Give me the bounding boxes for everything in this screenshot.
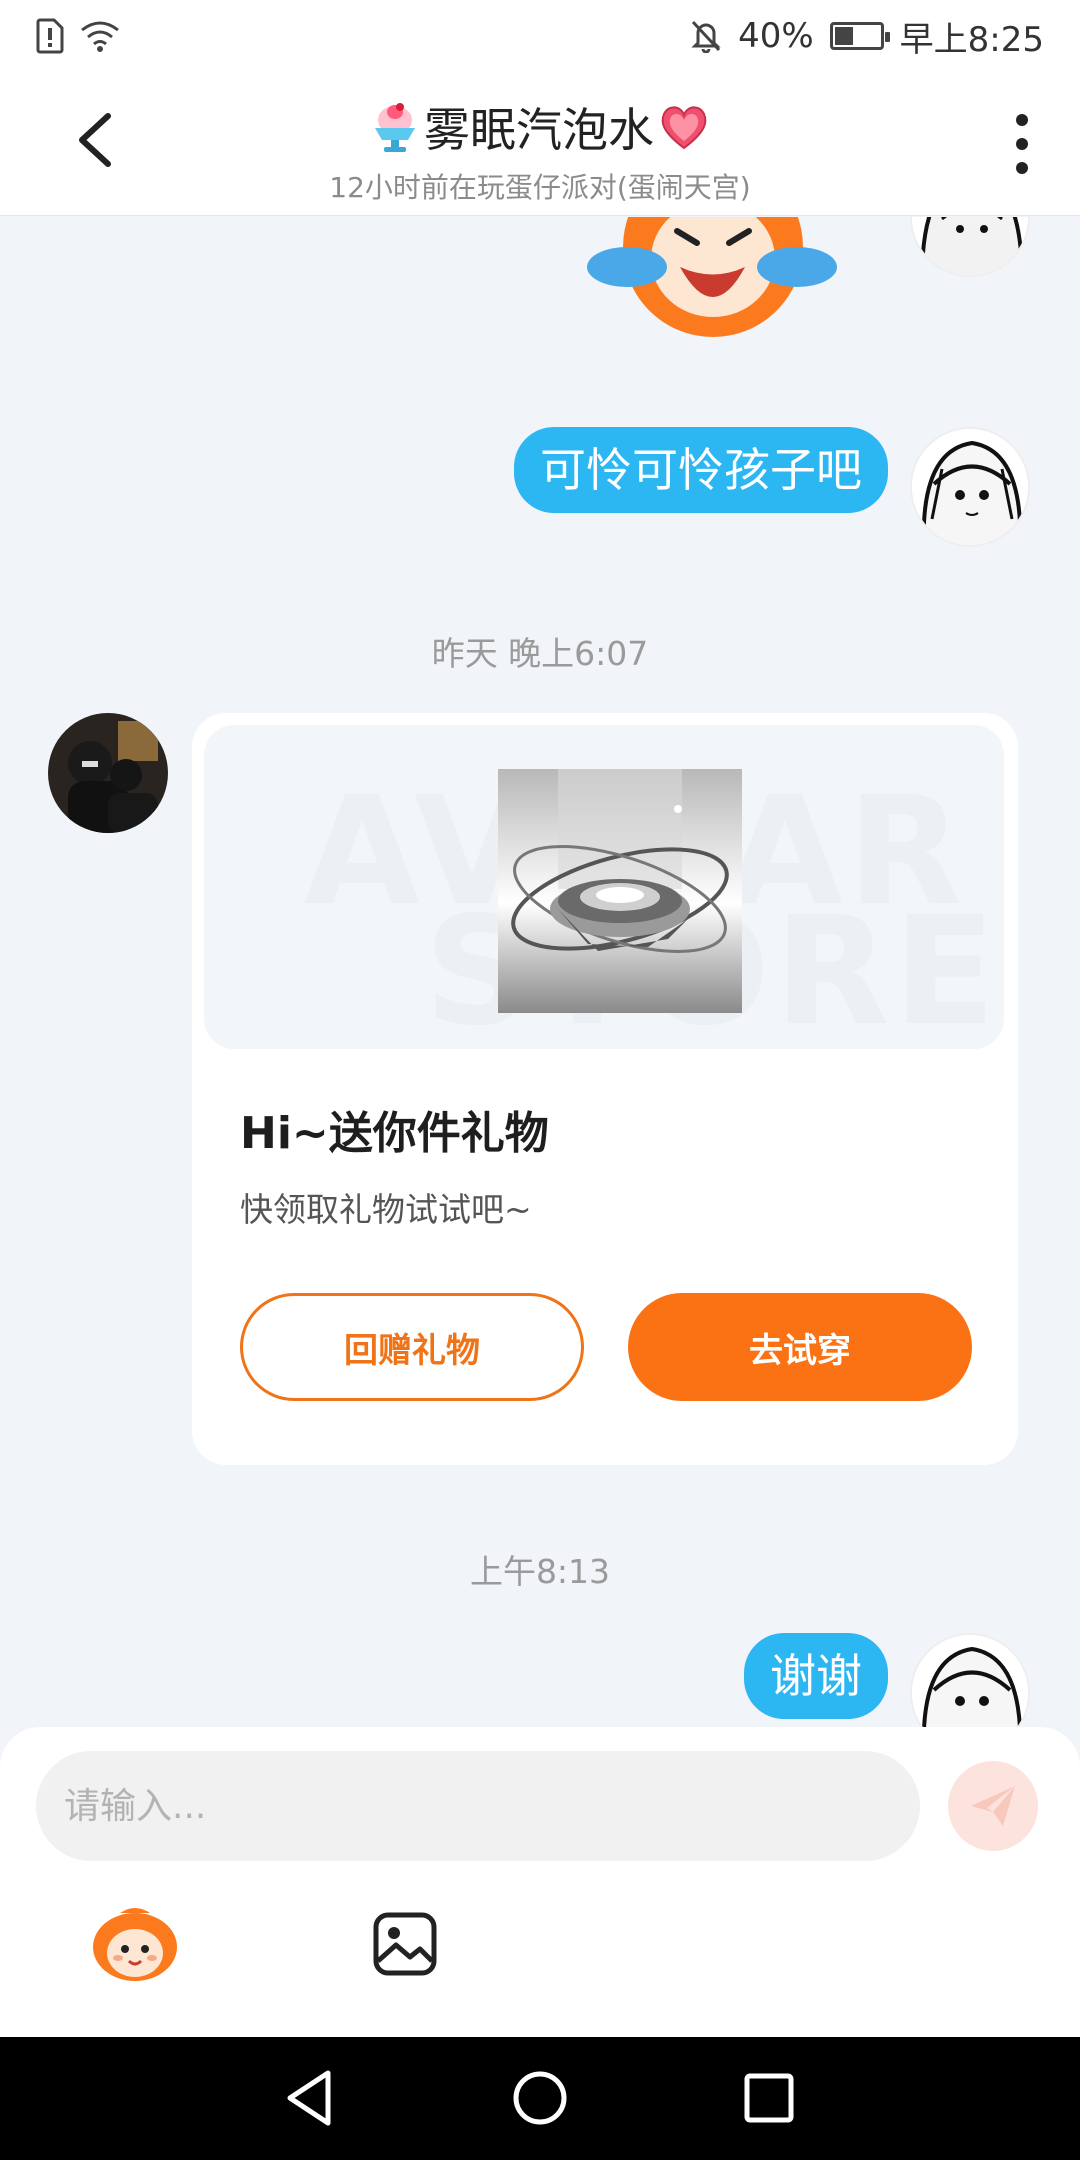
gift-item-image bbox=[498, 769, 742, 1013]
chat-title-text: 雾眠汽泡水 bbox=[424, 103, 654, 157]
mascot-icon[interactable] bbox=[90, 1903, 180, 1983]
input-bar bbox=[0, 1727, 1080, 2037]
gift-image-panel: AVATAR STORE bbox=[204, 725, 1004, 1049]
nav-home-icon[interactable] bbox=[505, 2063, 575, 2133]
battery-icon bbox=[829, 22, 890, 50]
mute-bell-icon bbox=[691, 20, 721, 53]
message-bubble-sent[interactable]: 谢谢 bbox=[744, 1633, 888, 1719]
gift-card[interactable]: AVATAR STORE Hi~送你件礼物 快领取礼物试试吧~ 回赠礼物 去试穿 bbox=[192, 713, 1018, 1465]
chat-area[interactable]: 可怜可怜孩子吧 昨天 晚上6:07 AVATAR STORE bbox=[0, 217, 1080, 1727]
shaved-ice-emoji bbox=[375, 103, 415, 152]
chat-header: 雾眠汽泡水 12小时前在玩蛋仔派对(蛋闹天宫) bbox=[0, 72, 1080, 216]
send-icon bbox=[971, 1786, 1015, 1826]
wifi-icon bbox=[81, 21, 119, 52]
chat-subtitle: 12小时前在玩蛋仔派对(蛋闹天宫) bbox=[329, 171, 751, 204]
try-on-button[interactable]: 去试穿 bbox=[628, 1293, 972, 1401]
my-avatar[interactable] bbox=[910, 217, 1030, 277]
anime-girl-avatar-image bbox=[912, 429, 1028, 545]
timestamp: 上午8:13 bbox=[469, 1552, 611, 1591]
title-block: 雾眠汽泡水 12小时前在玩蛋仔派对(蛋闹天宫) bbox=[200, 94, 880, 206]
anime-girl-avatar-image bbox=[912, 217, 1028, 275]
nav-back-icon[interactable] bbox=[274, 2063, 344, 2133]
status-bar: 40% 早上8:25 bbox=[0, 0, 1080, 72]
heart-emoji bbox=[661, 106, 707, 150]
gift-card-description: 快领取礼物试试吧~ bbox=[240, 1190, 532, 1229]
anime-girl-avatar-image bbox=[912, 1635, 1028, 1727]
sim-alert-icon bbox=[36, 18, 64, 54]
crying-sticker bbox=[587, 217, 837, 337]
nav-recents-icon[interactable] bbox=[734, 2063, 804, 2133]
my-avatar[interactable] bbox=[910, 427, 1030, 547]
return-gift-button[interactable]: 回赠礼物 bbox=[240, 1293, 584, 1401]
message-input[interactable] bbox=[36, 1751, 920, 1861]
timestamp: 昨天 晚上6:07 bbox=[431, 634, 649, 673]
send-button[interactable] bbox=[948, 1761, 1038, 1851]
image-icon[interactable] bbox=[372, 1911, 438, 1977]
battery-percent: 40% bbox=[738, 16, 814, 56]
friend-avatar[interactable] bbox=[48, 713, 168, 833]
system-nav-bar bbox=[0, 2037, 1080, 2160]
chat-title: 雾眠汽泡水 bbox=[200, 94, 880, 160]
my-avatar[interactable] bbox=[910, 1633, 1030, 1727]
more-icon[interactable] bbox=[1014, 114, 1030, 174]
message-bubble-sent[interactable]: 可怜可怜孩子吧 bbox=[514, 427, 888, 513]
gift-card-title: Hi~送你件礼物 bbox=[240, 1108, 549, 1159]
clock: 早上8:25 bbox=[899, 19, 1044, 60]
friend-avatar-image bbox=[48, 713, 168, 833]
back-icon[interactable] bbox=[72, 110, 118, 170]
